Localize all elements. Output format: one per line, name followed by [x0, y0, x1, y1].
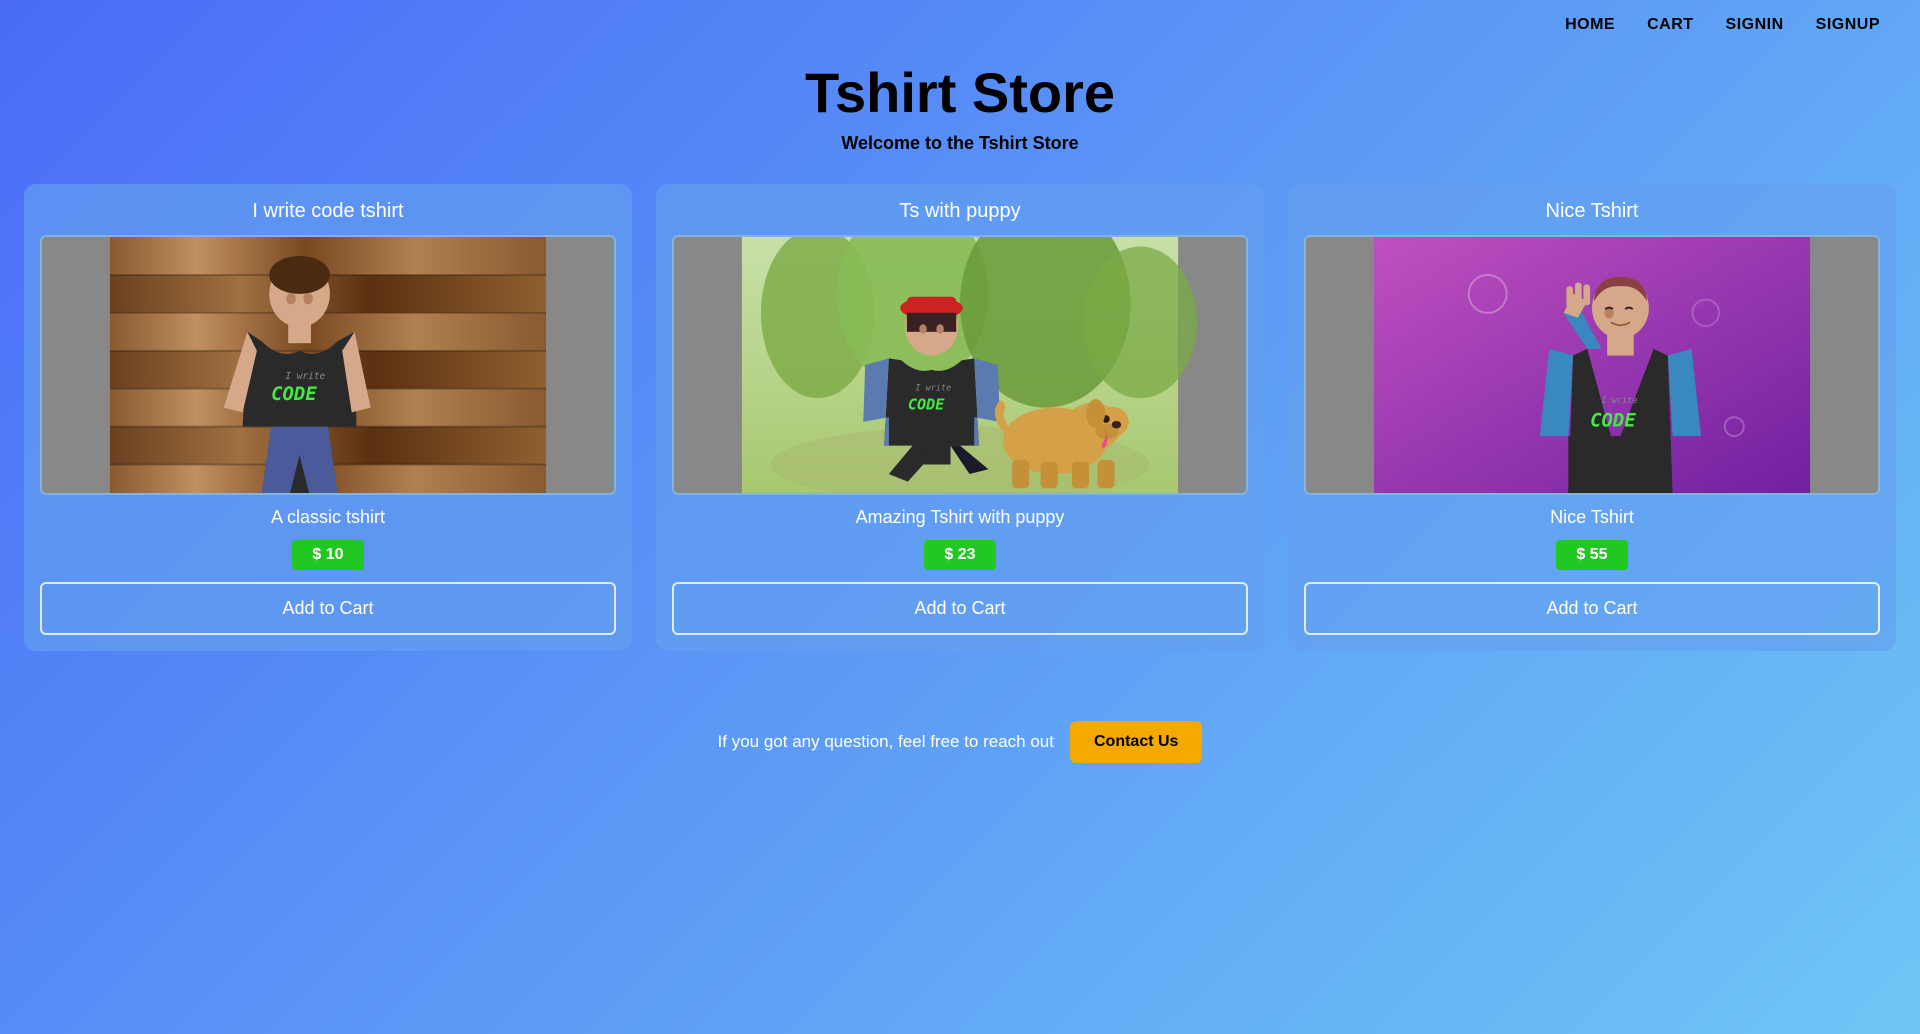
product-3-price: $ 55 — [1556, 540, 1627, 570]
svg-text:I write: I write — [285, 371, 325, 382]
product-1-price: $ 10 — [292, 540, 363, 570]
product-grid: I write code tshirt — [0, 184, 1920, 691]
svg-text:CODE: CODE — [1590, 410, 1636, 432]
svg-text:I write: I write — [1601, 396, 1637, 406]
svg-text:I write: I write — [915, 384, 951, 394]
product-2-price: $ 23 — [924, 540, 995, 570]
add-to-cart-2[interactable]: Add to Cart — [672, 582, 1248, 635]
product-3-desc: Nice Tshirt — [1550, 507, 1634, 528]
contact-button[interactable]: Contact Us — [1070, 721, 1202, 763]
page-title: Tshirt Store — [20, 60, 1900, 125]
nav-signin[interactable]: SIGNIN — [1726, 16, 1784, 34]
nav-home[interactable]: HOME — [1565, 16, 1615, 34]
page-header: Tshirt Store Welcome to the Tshirt Store — [0, 50, 1920, 184]
svg-text:CODE: CODE — [908, 396, 945, 414]
product-1-desc: A classic tshirt — [271, 507, 385, 528]
footer: If you got any question, feel free to re… — [0, 691, 1920, 803]
add-to-cart-3[interactable]: Add to Cart — [1304, 582, 1880, 635]
product-1-image: I write CODE — [40, 235, 616, 495]
svg-text:CODE: CODE — [271, 383, 317, 405]
nav-signup[interactable]: SIGNUP — [1816, 16, 1880, 34]
product-1-title: I write code tshirt — [252, 200, 403, 223]
product-3-title: Nice Tshirt — [1546, 200, 1639, 223]
product-2-image: I write CODE — [672, 235, 1248, 495]
page-subtitle: Welcome to the Tshirt Store — [20, 133, 1900, 154]
product-2-desc: Amazing Tshirt with puppy — [856, 507, 1065, 528]
product-3-image: I write CODE — [1304, 235, 1880, 495]
nav-cart[interactable]: CART — [1647, 16, 1693, 34]
add-to-cart-1[interactable]: Add to Cart — [40, 582, 616, 635]
footer-text: If you got any question, feel free to re… — [718, 732, 1054, 752]
product-card-1: I write code tshirt — [24, 184, 632, 651]
navbar: HOME CART SIGNIN SIGNUP — [0, 0, 1920, 50]
product-card-2: Ts with puppy — [656, 184, 1264, 651]
product-2-title: Ts with puppy — [899, 200, 1020, 223]
product-card-3: Nice Tshirt — [1288, 184, 1896, 651]
